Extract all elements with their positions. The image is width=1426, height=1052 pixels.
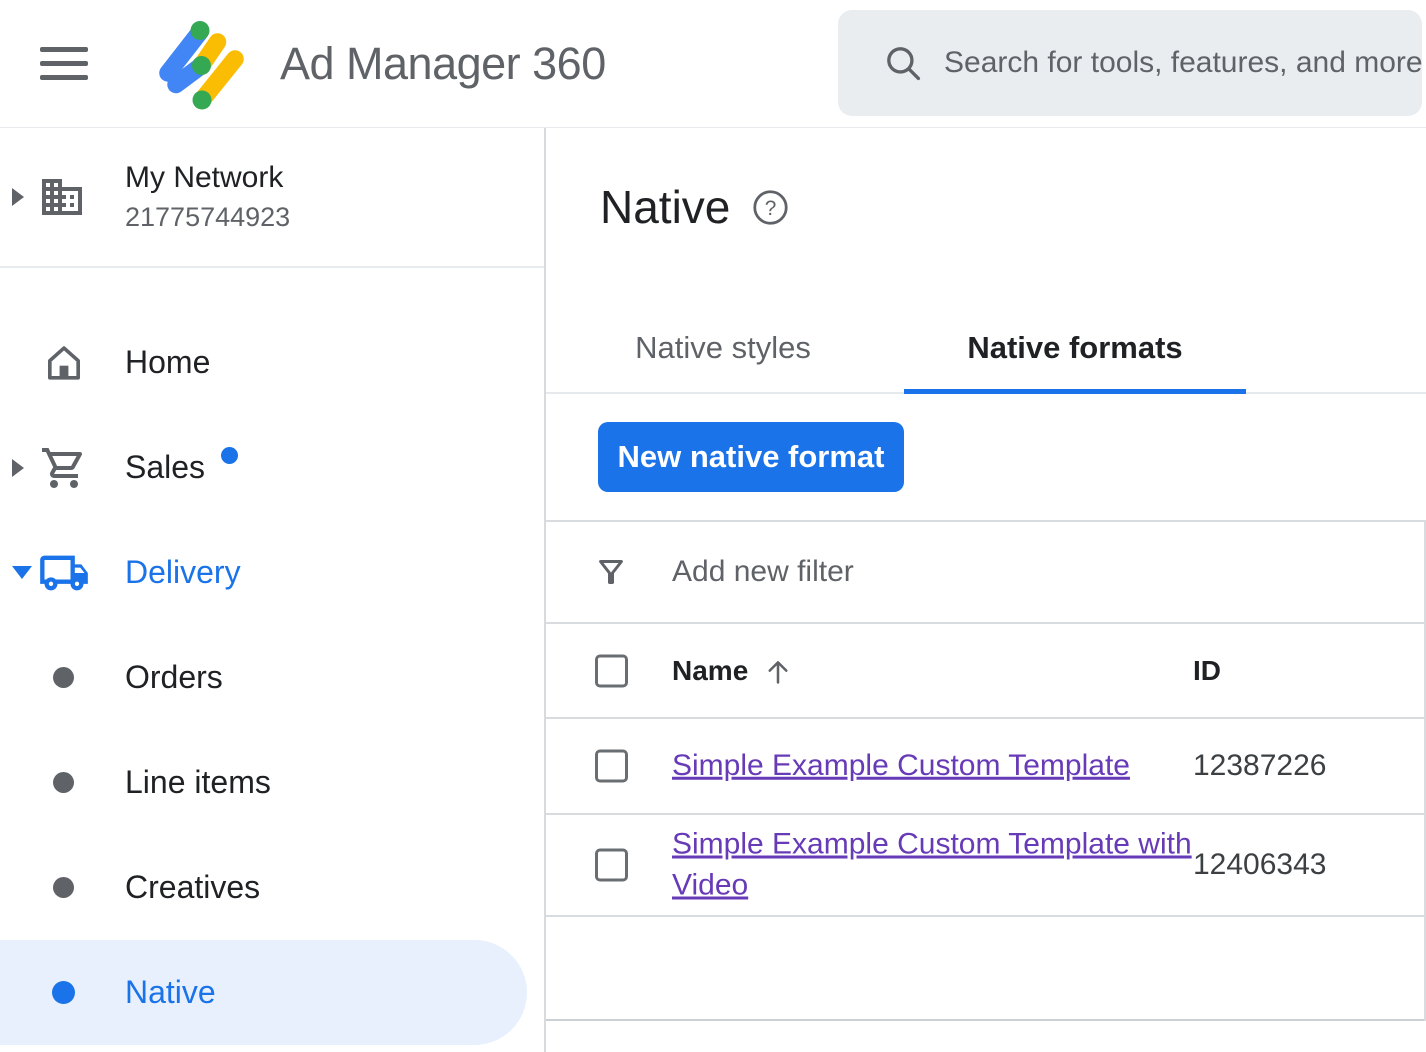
delivery-truck-icon bbox=[38, 547, 90, 599]
page-title: Native bbox=[600, 180, 730, 234]
table-row: Simple Example Custom Template with Vide… bbox=[546, 815, 1424, 917]
sidebar-nav: Home Sales bbox=[0, 310, 544, 1045]
bullet-dot-icon bbox=[53, 877, 74, 898]
search-placeholder: Search for tools, features, and more bbox=[944, 46, 1422, 80]
help-icon[interactable]: ? bbox=[752, 189, 789, 226]
tab-bar: Native styles Native formats bbox=[546, 304, 1426, 394]
sales-expander-icon[interactable] bbox=[12, 459, 24, 477]
shopping-cart-icon bbox=[40, 444, 88, 492]
tab-native-styles[interactable]: Native styles bbox=[552, 304, 894, 392]
native-format-link[interactable]: Simple Example Custom Template with Vide… bbox=[672, 828, 1192, 902]
app-title: Ad Manager 360 bbox=[280, 38, 606, 90]
sidebar-item-native[interactable]: Native bbox=[0, 940, 527, 1045]
sort-ascending-arrow-icon bbox=[762, 655, 794, 687]
ad-manager-window: Ad Manager 360 Search for tools, feature… bbox=[0, 0, 1426, 1052]
network-id: 21775744923 bbox=[125, 202, 290, 233]
column-header-id: ID bbox=[1193, 655, 1221, 687]
native-format-link[interactable]: Simple Example Custom Template bbox=[672, 749, 1130, 782]
hamburger-menu-icon[interactable] bbox=[40, 38, 88, 89]
sidebar-item-label: Line items bbox=[125, 764, 271, 801]
sidebar-item-label: Sales bbox=[125, 449, 205, 486]
sidebar-item-label: Orders bbox=[125, 659, 223, 696]
column-header-name[interactable]: Name bbox=[672, 655, 794, 687]
tab-native-formats[interactable]: Native formats bbox=[904, 304, 1246, 392]
table-row: Simple Example Custom Template 12387226 bbox=[546, 719, 1424, 815]
delivery-collapse-icon[interactable] bbox=[12, 566, 32, 579]
sidebar-item-delivery[interactable]: Delivery bbox=[0, 520, 544, 625]
sidebar: My Network 21775744923 Home bbox=[0, 128, 546, 1052]
sidebar-item-label: Home bbox=[125, 344, 210, 381]
native-format-id: 12406343 bbox=[1193, 848, 1326, 882]
table-empty-row bbox=[546, 917, 1424, 1021]
sidebar-item-label: Creatives bbox=[125, 869, 260, 906]
sidebar-item-home[interactable]: Home bbox=[0, 310, 544, 415]
network-building-icon bbox=[38, 173, 86, 221]
sales-notification-dot bbox=[221, 447, 238, 464]
network-name: My Network bbox=[125, 161, 290, 195]
sidebar-item-label: Native bbox=[125, 974, 216, 1011]
add-new-filter-placeholder: Add new filter bbox=[672, 555, 854, 589]
search-input[interactable]: Search for tools, features, and more bbox=[838, 10, 1422, 116]
row-checkbox[interactable] bbox=[595, 750, 628, 783]
sidebar-item-orders[interactable]: Orders bbox=[0, 625, 544, 730]
network-expander-icon[interactable] bbox=[12, 188, 24, 206]
native-formats-table: Add new filter Name ID Simple Example Cu… bbox=[546, 522, 1426, 1021]
bullet-dot-icon bbox=[53, 772, 74, 793]
svg-text:?: ? bbox=[765, 196, 777, 219]
sidebar-item-creatives[interactable]: Creatives bbox=[0, 835, 544, 940]
sidebar-item-label: Delivery bbox=[125, 554, 241, 591]
ad-manager-logo-icon[interactable] bbox=[146, 14, 246, 114]
bullet-dot-icon bbox=[53, 667, 74, 688]
native-format-id: 12387226 bbox=[1193, 749, 1326, 783]
main-content: Native ? Native styles Native formats Ne… bbox=[546, 128, 1426, 1052]
home-icon bbox=[41, 340, 87, 386]
network-selector[interactable]: My Network 21775744923 bbox=[0, 128, 544, 268]
select-all-checkbox[interactable] bbox=[595, 654, 628, 687]
new-native-format-button[interactable]: New native format bbox=[598, 422, 904, 492]
sidebar-item-line-items[interactable]: Line items bbox=[0, 730, 544, 835]
search-icon bbox=[882, 42, 924, 84]
sidebar-item-sales[interactable]: Sales bbox=[0, 415, 544, 520]
filter-bar[interactable]: Add new filter bbox=[546, 522, 1424, 624]
bullet-dot-icon bbox=[52, 981, 75, 1004]
top-app-bar: Ad Manager 360 Search for tools, feature… bbox=[0, 0, 1426, 128]
table-header-row: Name ID bbox=[546, 624, 1424, 719]
filter-funnel-icon bbox=[593, 554, 629, 590]
row-checkbox[interactable] bbox=[595, 849, 628, 882]
